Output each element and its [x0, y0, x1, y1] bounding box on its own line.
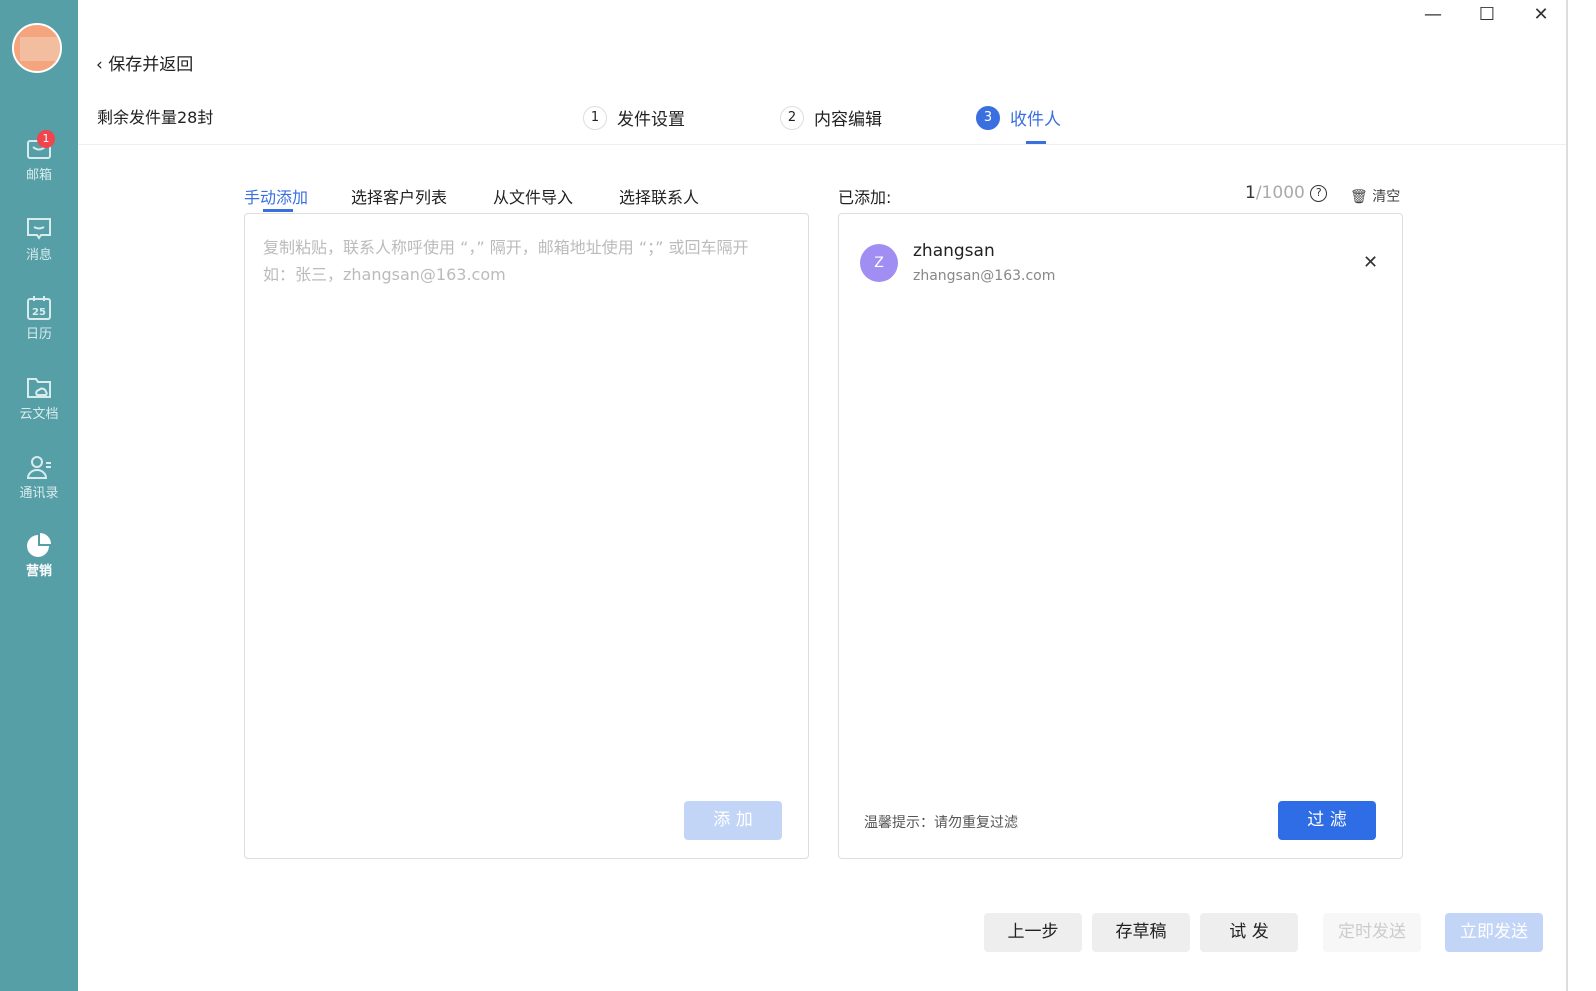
schedule-send-button[interactable]: 定时发送	[1323, 913, 1421, 952]
tab-customer-list[interactable]: 选择客户列表	[351, 184, 447, 208]
sidebar-item-marketing[interactable]: 营销	[0, 532, 78, 579]
tab-manual-add[interactable]: 手动添加	[244, 184, 308, 208]
step-send-settings[interactable]: 1 发件设置	[583, 105, 685, 130]
prev-step-button[interactable]: 上一步	[984, 913, 1082, 952]
recipient-avatar: Z	[860, 244, 898, 282]
sidebar-item-label: 日历	[25, 327, 52, 342]
divider	[78, 144, 1566, 145]
sidebar-item-calendar[interactable]: 25 日历	[0, 295, 78, 342]
step-content-edit[interactable]: 2 内容编辑	[780, 105, 882, 130]
input-placeholder: 复制粘贴，联系人称呼使用 “，” 隔开，邮箱地址使用 “；” 或回车隔开 如：张三…	[263, 238, 749, 284]
back-label: 保存并返回	[108, 55, 194, 75]
svg-text:25: 25	[32, 307, 46, 318]
sidebar-item-contacts[interactable]: 通讯录	[0, 454, 78, 501]
recipient-count: 1/1000 ?	[1245, 183, 1328, 203]
recipient-name: zhangsan	[913, 241, 995, 261]
manual-input-area[interactable]: 复制粘贴，联系人称呼使用 “，” 隔开，邮箱地址使用 “；” 或回车隔开 如：张三…	[244, 213, 809, 859]
step-label: 发件设置	[617, 110, 685, 130]
step-number: 3	[976, 105, 1000, 130]
remove-recipient-icon[interactable]: ✕	[1363, 252, 1378, 273]
sidebar-item-label: 邮箱	[25, 168, 52, 183]
step-label: 内容编辑	[814, 110, 882, 130]
sidebar-item-label: 云文档	[19, 407, 59, 422]
minimize-button[interactable]: —	[1423, 4, 1443, 25]
filter-button[interactable]: 过 滤	[1278, 801, 1376, 840]
save-and-return-link[interactable]: ‹ 保存并返回	[96, 50, 193, 75]
sidebar-item-label: 通讯录	[19, 486, 59, 501]
remaining-quota: 剩余发件量28封	[97, 108, 214, 127]
sidebar-item-cloud-docs[interactable]: 云文档	[0, 375, 78, 422]
cloud-folder-icon	[27, 378, 51, 398]
added-recipients-list: Z zhangsan zhangsan@163.com ✕ 温馨提示：请勿重复过…	[838, 213, 1403, 859]
send-now-button[interactable]: 立即发送	[1445, 913, 1543, 952]
pie-chart-icon	[27, 533, 51, 557]
unread-badge: 1	[37, 130, 55, 148]
step-number: 2	[780, 105, 804, 130]
trash-icon: 🗑	[1350, 189, 1368, 205]
contacts-icon	[26, 456, 51, 479]
test-send-button[interactable]: 试 发	[1200, 913, 1298, 952]
tab-select-contacts[interactable]: 选择联系人	[619, 184, 699, 208]
tip-text: 温馨提示：请勿重复过滤	[864, 815, 1018, 831]
sidebar-item-messages[interactable]: 消息	[0, 216, 78, 263]
recipient-email: zhangsan@163.com	[913, 268, 1056, 284]
sidebar-item-mail[interactable]: 1 邮箱	[0, 130, 78, 183]
message-icon	[27, 218, 51, 240]
step-label: 收件人	[1010, 110, 1061, 130]
avatar[interactable]	[12, 23, 62, 73]
save-draft-button[interactable]: 存草稿	[1092, 913, 1190, 952]
add-button[interactable]: 添 加	[684, 801, 782, 840]
calendar-icon: 25	[27, 296, 51, 320]
close-button[interactable]: ✕	[1531, 4, 1551, 25]
clear-button[interactable]: 🗑 清空	[1350, 186, 1400, 206]
sidebar: 1 邮箱 消息 25 日历 云文档 通讯录 营销	[0, 0, 78, 991]
sidebar-item-label: 消息	[25, 248, 52, 263]
help-icon[interactable]: ?	[1310, 185, 1328, 202]
added-label: 已添加:	[838, 188, 892, 207]
maximize-button[interactable]: ☐	[1477, 4, 1497, 25]
sidebar-item-label: 营销	[25, 564, 52, 579]
chevron-left-icon: ‹	[96, 55, 109, 75]
step-number: 1	[583, 105, 607, 130]
step-recipients[interactable]: 3 收件人	[976, 105, 1061, 130]
active-tab-indicator	[263, 209, 293, 212]
tab-import-file[interactable]: 从文件导入	[493, 184, 573, 208]
window-border	[1566, 0, 1568, 991]
